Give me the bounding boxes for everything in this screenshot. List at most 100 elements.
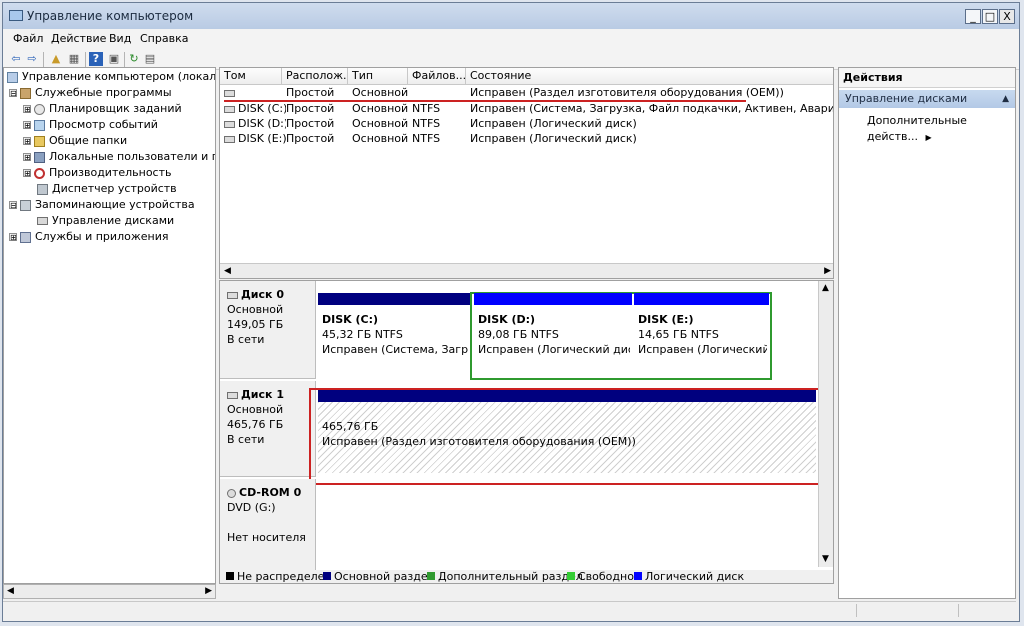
legend-label: Свободно [578,570,634,583]
tree-item-task-scheduler[interactable]: ⊞ Планировщик заданий [23,101,182,117]
expand-toggle[interactable]: ⊞ [23,105,31,114]
scroll-left-arrow-icon[interactable]: ◀ [7,584,14,599]
tree-item-services-apps[interactable]: ⊞ Службы и приложения [9,229,168,245]
expand-toggle[interactable]: ⊞ [9,233,17,242]
highlight-frame [309,388,822,485]
export-icon[interactable]: ▤ [143,52,157,66]
partition-size: 14,65 ГБ NTFS [638,328,719,341]
device-manager-icon [37,183,48,195]
disk0-label[interactable]: Диск 0 Основной 149,05 ГБ В сети [220,281,316,379]
volume-row[interactable]: DISK (D:) Простой Основной NTFS Исправен… [220,116,833,131]
properties-icon[interactable]: ▦ [67,52,81,66]
disk-map: Диск 0 Основной 149,05 ГБ В сети DISK (C… [219,280,834,584]
tree-item-disk-management[interactable]: Управление дисками [37,213,174,229]
volume-status: Исправен (Логический диск) [470,132,637,145]
volume-icon [224,135,235,143]
cdrom-label[interactable]: CD-ROM 0 DVD (G:) Нет носителя [220,479,316,571]
partition-size: 89,08 ГБ NTFS [478,328,559,341]
partition-c[interactable]: DISK (C:) 45,32 ГБ NTFS Исправен (Систем… [318,293,470,379]
expand-toggle[interactable]: ⊞ [23,137,31,146]
expand-toggle[interactable]: ⊞ [23,121,31,130]
scroll-down-arrow-icon[interactable]: ▼ [822,552,829,567]
disk-management-icon [37,217,48,225]
legend-swatch-unallocated [226,572,234,580]
disk1-label[interactable]: Диск 1 Основной 465,76 ГБ В сети [220,381,316,477]
tree-item-storage[interactable]: ⊟ Запоминающие устройства [9,197,195,213]
scroll-up-arrow-icon[interactable]: ▲ [822,281,829,296]
volume-fs: NTFS [412,117,441,130]
actions-section-label: Управление дисками [845,92,968,105]
tree-horizontal-scrollbar[interactable]: ◀ ▶ [3,584,216,599]
volume-list: Том Располож... Тип Файлов... Состояние … [219,67,834,279]
help-icon[interactable]: ? [89,52,103,66]
menu-file[interactable]: Файл [13,32,43,45]
column-header-volume[interactable]: Том [220,68,282,85]
actions-header: Действия [839,68,1015,88]
tree-item-label: Запоминающие устройства [35,198,195,211]
partition-size: 45,32 ГБ NTFS [322,328,403,341]
scroll-right-arrow-icon[interactable]: ▶ [824,264,831,278]
disk0-name: Диск 0 [241,288,284,301]
disk1-type: Основной [227,403,284,416]
maximize-button[interactable]: □ [982,9,998,24]
tree-item-label: Службы и приложения [35,230,169,243]
actions-section-disk-management[interactable]: Управление дисками ▲ [839,90,1015,108]
column-header-type[interactable]: Тип [348,68,408,85]
column-header-filesystem[interactable]: Файлов... [408,68,466,85]
legend-swatch-primary [323,572,331,580]
column-header-layout[interactable]: Располож... [282,68,348,85]
expand-toggle[interactable]: ⊞ [23,153,31,162]
volume-list-horizontal-scrollbar[interactable]: ◀ ▶ [220,263,833,278]
collapse-arrow-icon[interactable]: ▲ [1002,90,1009,108]
menu-view[interactable]: Вид [109,32,131,45]
close-button[interactable]: X [999,9,1015,24]
status-bar [3,601,1016,618]
tree-item-label: Просмотр событий [49,118,158,131]
tree-item-system-tools[interactable]: ⊟ Служебные программы [9,85,172,101]
refresh-icon[interactable]: ↻ [127,52,141,66]
partition-d[interactable]: DISK (D:) 89,08 ГБ NTFS Исправен (Логиче… [474,293,632,377]
computer-icon [7,71,18,83]
tree-item-shared-folders[interactable]: ⊞ Общие папки [23,133,127,149]
tree-item-performance[interactable]: ⊞ Производительность [23,165,172,181]
performance-icon [34,167,45,179]
volume-status: Исправен (Раздел изготовителя оборудован… [470,86,784,99]
volume-icon [224,89,235,97]
services-icon [20,231,31,243]
collapse-toggle[interactable]: ⊟ [9,201,17,210]
partition-e[interactable]: DISK (E:) 14,65 ГБ NTFS Исправен (Логиче… [634,293,769,377]
menu-action[interactable]: Действие [51,32,106,45]
expand-toggle[interactable]: ⊞ [23,169,31,178]
tree-item-event-viewer[interactable]: ⊞ Просмотр событий [23,117,158,133]
collapse-toggle[interactable]: ⊟ [9,89,17,98]
tree-item-local-users[interactable]: ⊞ Локальные пользователи и груп [23,149,215,165]
scroll-right-arrow-icon[interactable]: ▶ [205,584,212,599]
column-header-status[interactable]: Состояние [466,68,833,85]
tree-item-label: Общие папки [49,134,128,147]
volume-layout: Простой [286,117,335,130]
tree-item-device-manager[interactable]: Диспетчер устройств [37,181,177,197]
tree-root[interactable]: Управление компьютером (локальны [7,69,215,85]
forward-arrow-icon[interactable]: ⇨ [25,52,39,66]
scroll-left-arrow-icon[interactable]: ◀ [224,264,231,278]
up-folder-icon[interactable]: ▲ [49,52,63,66]
legend-swatch-free [567,572,575,580]
logical-drive-bar [634,293,769,305]
disk-icon [227,391,238,399]
minimize-button[interactable]: _ [965,9,981,24]
console-icon[interactable]: ▣ [107,52,121,66]
disk-legend: Не распределен Основной раздел Дополните… [220,570,833,583]
volume-row[interactable]: DISK (E:) Простой Основной NTFS Исправен… [220,131,833,146]
computer-management-icon [9,10,23,21]
cdrom-icon [227,488,236,498]
menu-help[interactable]: Справка [140,32,188,45]
logical-drive-bar [474,293,632,305]
navigation-tree: Управление компьютером (локальны ⊟ Служеб… [3,67,216,584]
tree-item-label: Производительность [49,166,172,179]
more-actions-link[interactable]: Дополнительные действ... ▶ [867,113,1015,146]
volume-row[interactable]: Простой Основной Исправен (Раздел изгото… [220,85,833,100]
back-arrow-icon[interactable]: ⇦ [9,52,23,66]
volume-row[interactable]: DISK (C:) Простой Основной NTFS Исправен… [220,101,833,116]
volume-layout: Простой [286,102,335,115]
disk-map-vertical-scrollbar[interactable]: ▲ ▼ [818,281,833,567]
